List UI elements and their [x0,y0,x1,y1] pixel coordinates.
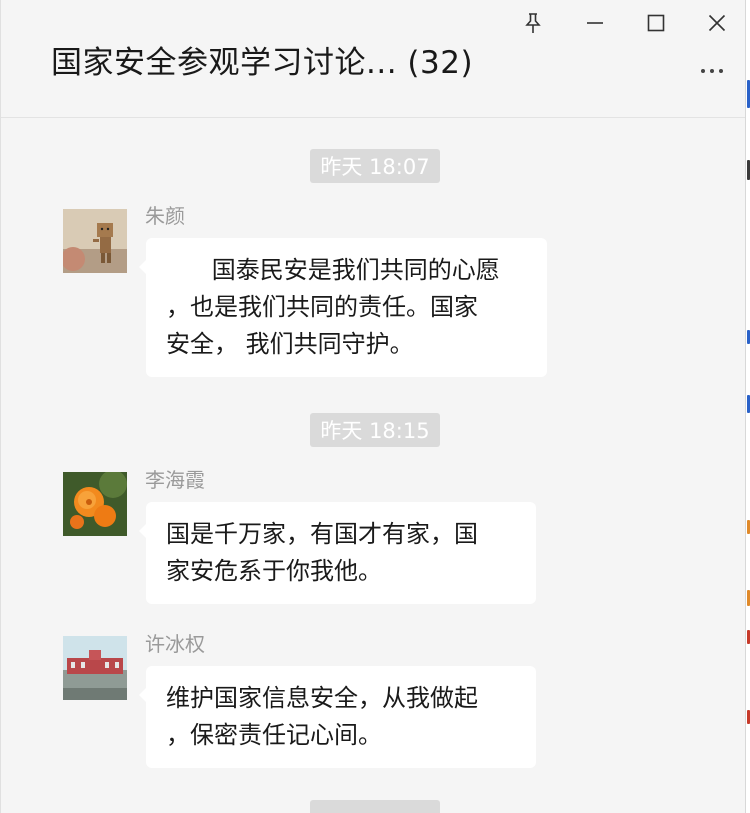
message-bubble[interactable]: 维护国家信息安全，从我做起 ，保密责任记心间。 [139,666,536,768]
pin-button[interactable] [513,6,553,40]
maximize-button[interactable] [636,6,676,40]
more-icon [701,69,705,73]
chat-window: 国家安全参观学习讨论... (32) 昨天 18:07 朱颜 国泰民安是我们共同… [0,0,745,813]
close-icon [708,14,726,32]
avatar-doll-figure[interactable] [63,209,127,273]
maximize-icon [647,14,665,32]
timestamp: 昨天 18:07 [310,149,440,183]
sender-name: 朱颜 [145,204,185,228]
chat-title: 国家安全参观学习讨论... (32) [51,45,474,81]
minimize-icon [587,22,603,24]
message-bubble[interactable]: 国是千万家，有国才有家，国 家安危系于你我他。 [139,502,536,604]
avatar-orange-flower[interactable] [63,472,127,536]
timestamp: 昨天 18:15 [310,413,440,447]
timestamp-partial [310,800,440,813]
avatar-campus-building[interactable] [63,636,127,700]
sender-name: 许冰权 [145,632,205,656]
message-list[interactable]: 昨天 18:07 朱颜 国泰民安是我们共同的心愿 ，也是我们共同的责任。国家 安… [1,118,745,813]
title-bar: 国家安全参观学习讨论... (32) [1,0,745,118]
message-text: 国泰民安是我们共同的心愿 ，也是我们共同的责任。国家 安全， 我们共同守护。 [166,256,500,358]
message-bubble[interactable]: 国泰民安是我们共同的心愿 ，也是我们共同的责任。国家 安全， 我们共同守护。 [139,238,547,377]
message-text: 维护国家信息安全，从我做起 ，保密责任记心间。 [166,684,478,749]
more-button[interactable] [694,56,730,86]
minimize-button[interactable] [575,6,615,40]
pin-icon [525,13,541,33]
background-window-edge [745,0,750,813]
sender-name: 李海霞 [145,468,205,492]
message-text: 国是千万家，有国才有家，国 家安危系于你我他。 [166,520,478,585]
close-button[interactable] [697,6,737,40]
